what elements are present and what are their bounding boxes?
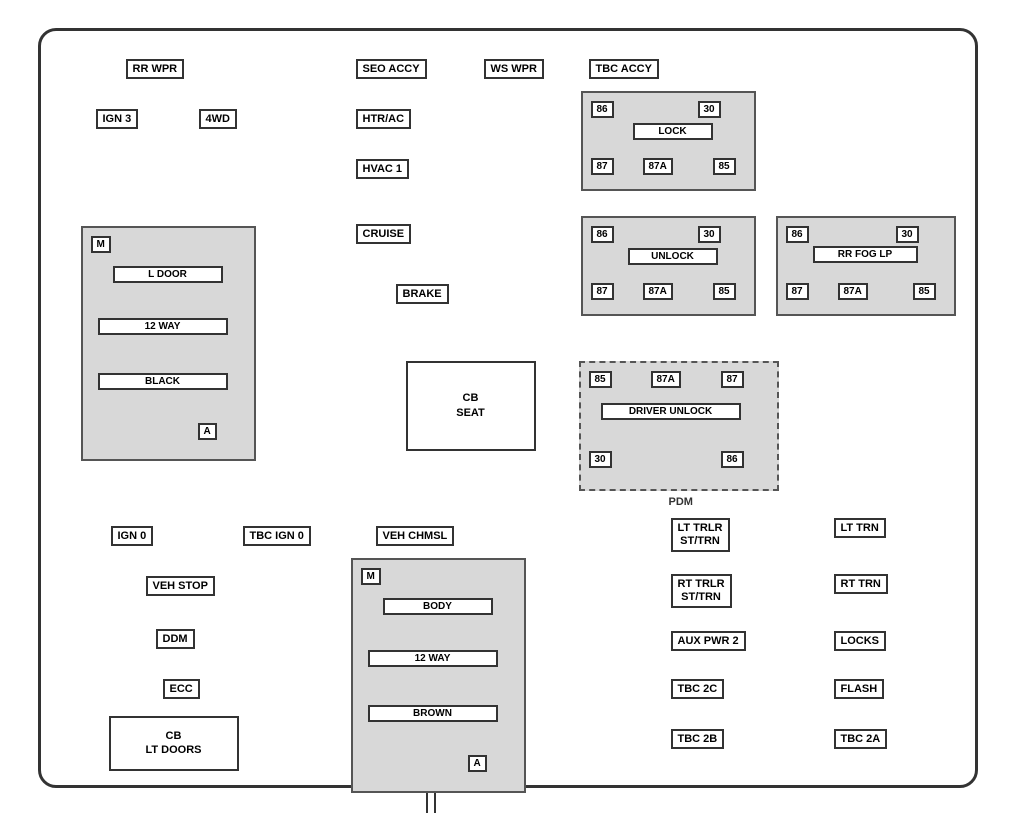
tbc-ign0-label: TBC IGN 0: [243, 526, 311, 546]
cruise-label: CRUISE: [356, 224, 412, 244]
cb-seat-box: CB SEAT: [406, 361, 536, 451]
rt-trlr-label: RT TRLR ST/TRN: [671, 574, 732, 608]
du-30: 30: [589, 451, 612, 468]
du-87: 87: [721, 371, 744, 388]
lock-30: 30: [698, 101, 721, 118]
right-connector-container: M BODY 12 WAY BROWN A: [351, 558, 526, 793]
pdm-label: PDM: [669, 496, 693, 508]
right-a: A: [468, 755, 487, 772]
right-body: BODY: [383, 598, 493, 615]
rr-wpr-label: RR WPR: [126, 59, 185, 79]
du-87a: 87A: [651, 371, 681, 388]
fog-86: 86: [786, 226, 809, 243]
lt-trn-label: LT TRN: [834, 518, 886, 538]
ecc-label: ECC: [163, 679, 200, 699]
left-12way: 12 WAY: [98, 318, 228, 335]
du-label: DRIVER UNLOCK: [601, 403, 741, 420]
du-85: 85: [589, 371, 612, 388]
brake-label: BRAKE: [396, 284, 449, 304]
right-m: M: [361, 568, 381, 585]
tbc-2b-label: TBC 2B: [671, 729, 725, 749]
du-86: 86: [721, 451, 744, 468]
fog-87: 87: [786, 283, 809, 300]
lock-87: 87: [591, 158, 614, 175]
pdm-container: 85 87A 87 DRIVER UNLOCK 30 86: [579, 361, 779, 491]
left-black: BLACK: [98, 373, 228, 390]
tbc-2c-label: TBC 2C: [671, 679, 725, 699]
rr-fog-relay-container: 86 30 RR FOG LP 87 87A 85: [776, 216, 956, 316]
ign3-label: IGN 3: [96, 109, 139, 129]
veh-stop-label: VEH STOP: [146, 576, 215, 596]
ign0-label: IGN 0: [111, 526, 154, 546]
fog-30: 30: [896, 226, 919, 243]
lock-86: 86: [591, 101, 614, 118]
tbc-2a-label: TBC 2A: [834, 729, 888, 749]
connector-bottom: [426, 793, 436, 813]
lock-label: LOCK: [633, 123, 713, 140]
unlock-85: 85: [713, 283, 736, 300]
unlock-label: UNLOCK: [628, 248, 718, 265]
lock-relay-container: 86 30 LOCK 87 87A 85: [581, 91, 756, 191]
veh-chmsl-label: VEH CHMSL: [376, 526, 455, 546]
left-connector-container: M L DOOR 12 WAY BLACK A: [81, 226, 256, 461]
4wd-label: 4WD: [199, 109, 237, 129]
unlock-87: 87: [591, 283, 614, 300]
seo-accy-label: SEO ACCY: [356, 59, 427, 79]
ws-wpr-label: WS WPR: [484, 59, 544, 79]
fuse-diagram: RR WPR SEO ACCY WS WPR TBC ACCY IGN 3 4W…: [38, 28, 978, 788]
htr-ac-label: HTR/AC: [356, 109, 412, 129]
fog-85: 85: [913, 283, 936, 300]
lt-trlr-label: LT TRLR ST/TRN: [671, 518, 730, 552]
flash-label: FLASH: [834, 679, 885, 699]
left-l-door: L DOOR: [113, 266, 223, 283]
unlock-86: 86: [591, 226, 614, 243]
locks-label: LOCKS: [834, 631, 887, 651]
left-m: M: [91, 236, 111, 253]
unlock-87a: 87A: [643, 283, 673, 300]
fog-label: RR FOG LP: [813, 246, 918, 263]
ddm-label: DDM: [156, 629, 195, 649]
unlock-30: 30: [698, 226, 721, 243]
lock-85: 85: [713, 158, 736, 175]
rt-trn-label: RT TRN: [834, 574, 888, 594]
left-a: A: [198, 423, 217, 440]
right-brown: BROWN: [368, 705, 498, 722]
fog-87a: 87A: [838, 283, 868, 300]
tbc-accy-label: TBC ACCY: [589, 59, 659, 79]
hvac1-label: HVAC 1: [356, 159, 410, 179]
unlock-relay-container: 86 30 UNLOCK 87 87A 85: [581, 216, 756, 316]
lock-87a: 87A: [643, 158, 673, 175]
right-12way: 12 WAY: [368, 650, 498, 667]
cb-lt-doors-box: CB LT DOORS: [109, 716, 239, 771]
aux-pwr2-label: AUX PWR 2: [671, 631, 746, 651]
